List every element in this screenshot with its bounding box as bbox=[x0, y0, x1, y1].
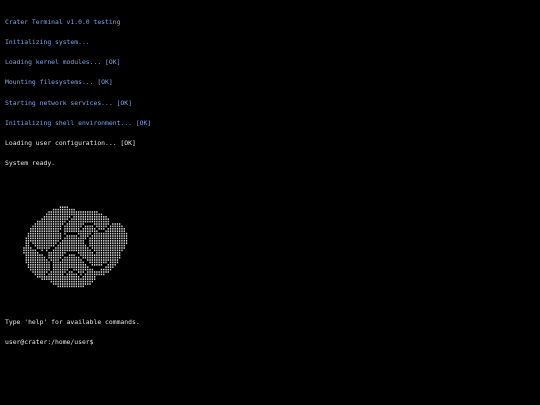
boot-line-shell: Initializing shell environment... [OK] bbox=[5, 118, 152, 127]
command-line[interactable]: user@crater:/home/user$ bbox=[5, 339, 535, 346]
terminal-window[interactable]: Crater Terminal v1.0.0 testing Initializ… bbox=[0, 0, 540, 405]
brain-logo-graphic bbox=[23, 206, 128, 287]
text-cursor[interactable] bbox=[94, 339, 98, 345]
boot-line-user-config: Loading user configuration... [OK] bbox=[5, 139, 136, 147]
help-hint: Type 'help' for available commands. bbox=[5, 318, 140, 326]
boot-line-network: Starting network services... [OK] bbox=[5, 98, 132, 107]
boot-line-init: Initializing system... bbox=[5, 37, 90, 46]
brain-ascii-art-icon bbox=[19, 188, 131, 287]
boot-line-kernel: Loading kernel modules... [OK] bbox=[5, 58, 121, 66]
shell-prompt: user@crater:/home/user$ bbox=[5, 338, 94, 347]
boot-line-version: Crater Terminal v1.0.0 testing bbox=[5, 17, 121, 26]
boot-line-filesystems: Mounting filesystems... [OK] bbox=[5, 78, 113, 87]
boot-line-ready: System ready. bbox=[5, 159, 56, 168]
